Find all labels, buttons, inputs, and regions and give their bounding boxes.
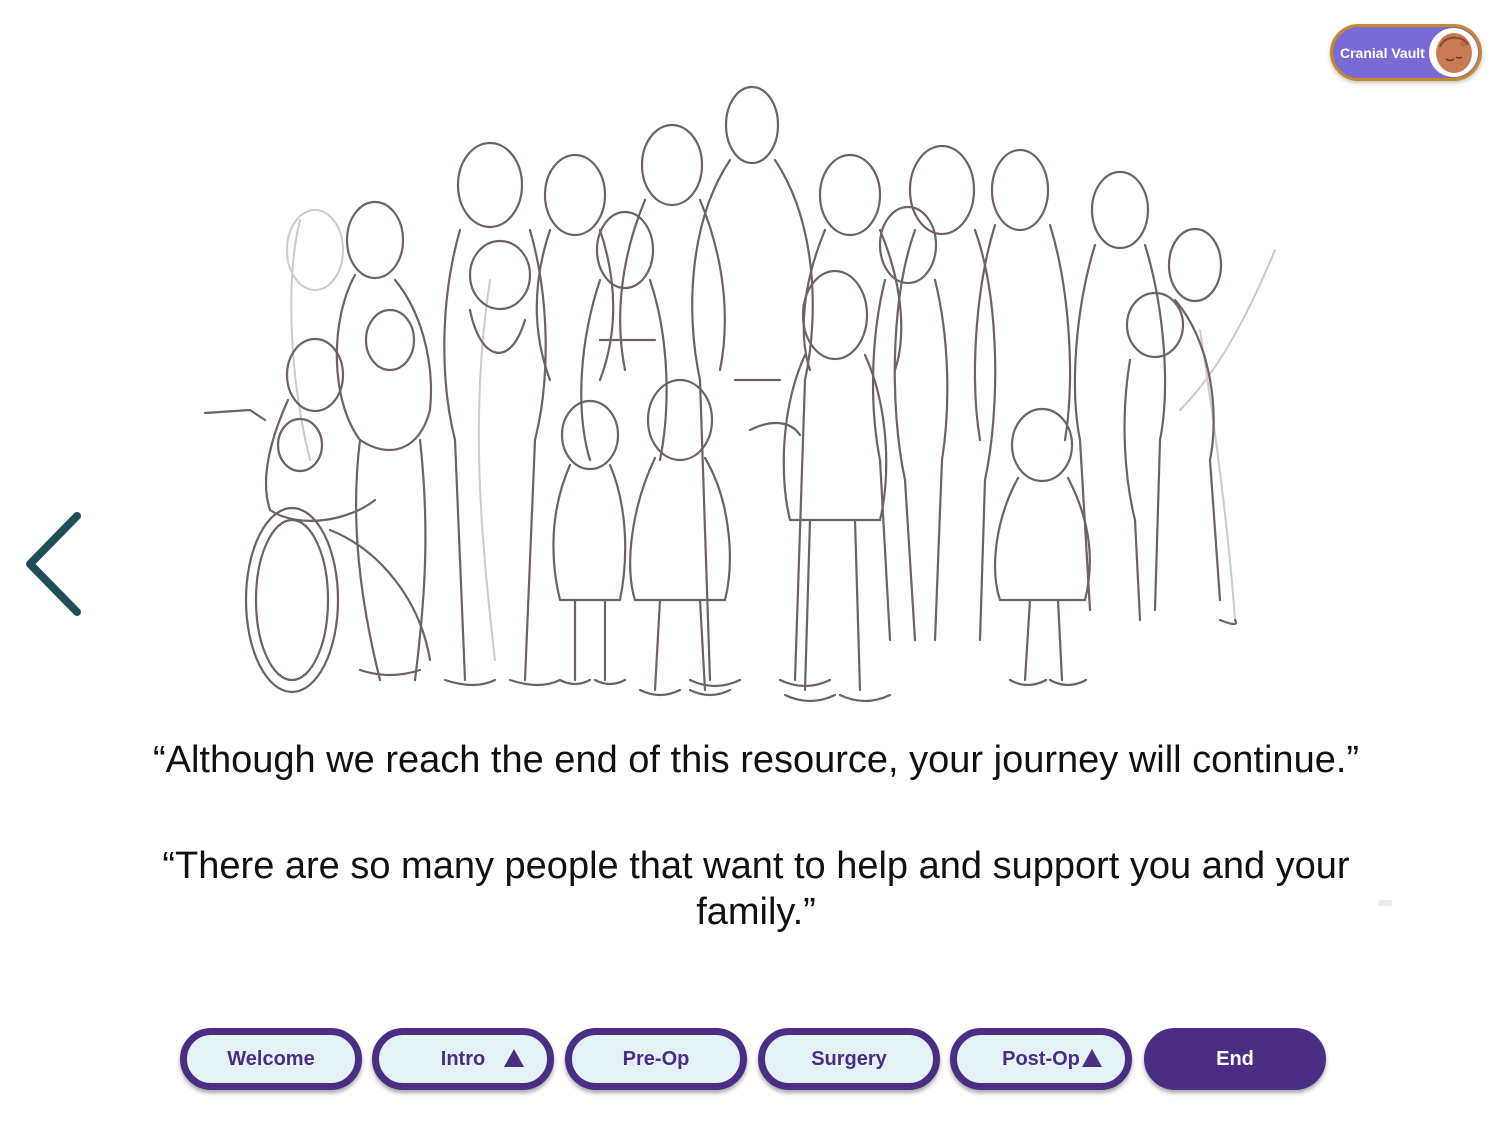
chevron-left-icon <box>26 512 81 616</box>
nav-end-label: End <box>1216 1047 1254 1070</box>
closing-quote-1: “Although we reach the end of this resou… <box>152 739 1360 781</box>
bottom-navigation: Welcome Intro Pre-Op Surgery Post-Op End <box>180 1028 1330 1092</box>
cranial-vault-toggle[interactable]: Cranial Vault <box>1330 24 1482 81</box>
nav-welcome-label: Welcome <box>227 1047 315 1070</box>
page: Cranial Vault “Although we reach the end… <box>0 0 1512 1124</box>
decorative-mark <box>1378 900 1392 906</box>
nav-pre-op-button[interactable]: Pre-Op <box>565 1028 747 1090</box>
nav-end-button[interactable]: End <box>1144 1028 1326 1090</box>
caret-up-icon[interactable] <box>1081 1048 1103 1068</box>
community-group-sketch <box>190 80 1300 730</box>
back-button[interactable] <box>22 508 86 620</box>
caret-up-icon[interactable] <box>503 1048 525 1068</box>
nav-intro-label: Intro <box>440 1047 486 1070</box>
nav-post-op-button[interactable]: Post-Op <box>950 1028 1132 1090</box>
cranial-vault-label: Cranial Vault <box>1340 44 1425 61</box>
closing-quote-2: “There are so many people that want to h… <box>162 845 1350 933</box>
baby-head-icon <box>1429 28 1478 77</box>
nav-intro-button[interactable]: Intro <box>372 1028 554 1090</box>
nav-pre-op-label: Pre-Op <box>622 1047 690 1070</box>
nav-surgery-label: Surgery <box>811 1047 887 1070</box>
nav-surgery-button[interactable]: Surgery <box>758 1028 940 1090</box>
nav-post-op-label: Post-Op <box>1002 1047 1080 1070</box>
nav-welcome-button[interactable]: Welcome <box>180 1028 362 1090</box>
